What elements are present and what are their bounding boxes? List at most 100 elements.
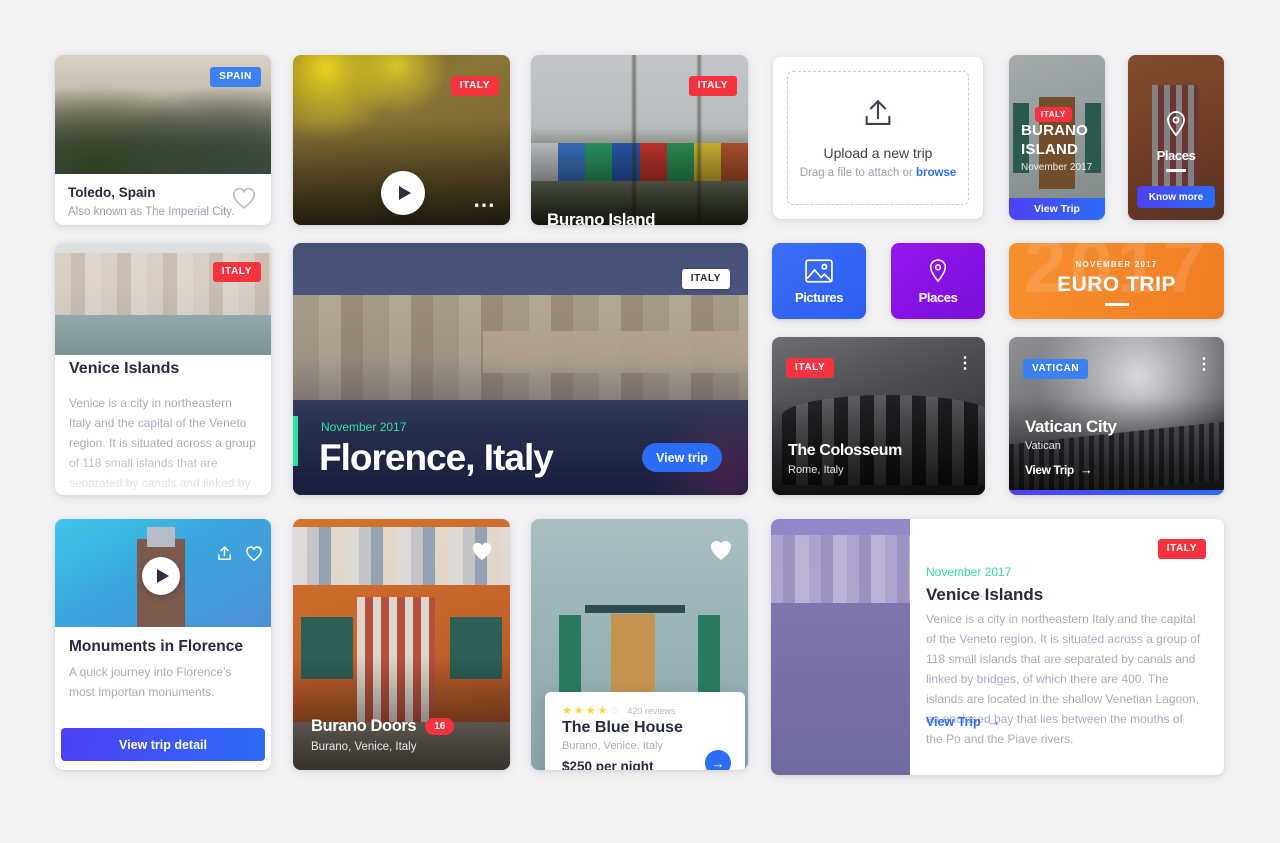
blue-house-awning — [585, 605, 685, 613]
vatican-bottom-bar — [1009, 490, 1224, 495]
heart-filled-icon[interactable] — [709, 539, 733, 561]
arrow-right-icon: → — [711, 755, 725, 771]
vatican-view-trip-link[interactable]: View Trip → — [1025, 462, 1093, 477]
image-icon — [805, 259, 833, 283]
burano-island-title: Burano Island — [547, 210, 656, 225]
browse-link[interactable]: browse — [916, 167, 956, 179]
monuments-title: Monuments in Florence — [69, 638, 243, 655]
venice-wide-link-label: View Trip — [926, 714, 981, 729]
arrow-right-icon: → — [1079, 462, 1093, 477]
tile-pictures[interactable]: Pictures — [772, 243, 866, 319]
view-trip-button[interactable]: View Trip — [1009, 198, 1105, 220]
venice-wide-buildings — [771, 535, 910, 603]
burano-tall-country-badge: ITALY — [1035, 107, 1072, 122]
burano-tall-date: November 2017 — [1021, 162, 1093, 173]
toledo-text: Toledo, Spain Also known as The Imperial… — [68, 185, 234, 218]
places-tall-divider — [1166, 169, 1186, 172]
card-burano-island-tall[interactable]: ITALY BURANO ISLAND November 2017 View T… — [1009, 55, 1105, 220]
page-root: SPAIN Toledo, Spain Also known as The Im… — [0, 0, 1280, 843]
colosseum-subtitle: Rome, Italy — [788, 464, 844, 476]
card-burano-island[interactable]: ITALY Burano Island Burano, Venice, Ital… — [531, 55, 748, 225]
pictures-label: Pictures — [794, 290, 844, 305]
burano-island-country-badge: ITALY — [688, 76, 737, 96]
upload-hint: Drag a file to attach or browse — [800, 167, 957, 179]
play-icon[interactable] — [142, 557, 180, 595]
toledo-subtitle: Also known as The Imperial City. — [68, 206, 235, 218]
card-florence-hero[interactable]: ITALY November 2017 Florence, Italy View… — [293, 243, 748, 495]
venice-vertical-water — [55, 315, 271, 355]
upload-hint-text: Drag a file to attach or — [799, 167, 917, 179]
blue-house-shutter-left — [559, 615, 581, 697]
know-more-button[interactable]: Know more — [1137, 186, 1215, 208]
burano-doors-title-row: Burano Doors 16 — [311, 717, 455, 736]
blue-house-reviews: 420 reviews — [627, 705, 676, 716]
monuments-body: A quick journey into Florence's most imp… — [69, 665, 232, 699]
burano-doors-subtitle: Burano, Venice, Italy — [311, 741, 417, 753]
euro-trip-title: EURO TRIP — [1057, 273, 1176, 296]
blue-house-price: $250 per night — [562, 759, 654, 770]
blue-house-rating: ★★★★☆ 420 reviews — [562, 704, 675, 717]
upload-icon — [865, 99, 891, 125]
more-vertical-icon[interactable]: ⋮ — [957, 356, 973, 372]
play-icon[interactable] — [381, 171, 425, 215]
vatican-title: Vatican City — [1025, 417, 1117, 436]
card-toledo[interactable]: SPAIN Toledo, Spain Also known as The Im… — [55, 55, 271, 225]
monuments-tower-top — [147, 527, 175, 547]
toledo-country-badge: SPAIN — [210, 67, 261, 87]
more-horizontal-icon[interactable]: ⋯ — [473, 194, 496, 216]
blue-house-next-button[interactable]: → — [705, 750, 731, 770]
venice-vertical-country-badge: ITALY — [212, 262, 261, 282]
florence-accent-bar — [293, 416, 298, 466]
places-tall-label: Places — [1156, 148, 1196, 163]
vatican-country-badge: VATICAN — [1023, 359, 1089, 379]
upload-dropzone[interactable]: Upload a new trip Drag a file to attach … — [787, 71, 969, 205]
venice-wide-water — [771, 603, 910, 775]
burano-doors-gradient — [293, 657, 510, 770]
card-upload-trip[interactable]: Upload a new trip Drag a file to attach … — [773, 57, 983, 219]
blue-house-title: The Blue House — [562, 719, 683, 736]
upload-title: Upload a new trip — [823, 145, 933, 161]
colosseum-title: The Colosseum — [788, 442, 902, 459]
card-boboli-gardens[interactable]: ITALY Boboli Gardens Florence, Italy ⋯ — [293, 55, 510, 225]
more-vertical-icon[interactable]: ⋮ — [1196, 357, 1212, 373]
card-burano-doors[interactable]: Burano Doors 16 Burano, Venice, Italy — [293, 519, 510, 770]
location-pin-icon — [1167, 111, 1185, 137]
florence-date: November 2017 — [321, 420, 407, 434]
card-monuments-florence[interactable]: Monuments in Florence A quick journey in… — [55, 519, 271, 770]
boboli-country-badge: ITALY — [450, 76, 499, 96]
view-trip-detail-button[interactable]: View trip detail — [61, 728, 265, 761]
florence-title: Florence, Italy — [319, 437, 554, 478]
card-blue-house[interactable]: ★★★★☆ 420 reviews The Blue House Burano,… — [531, 519, 748, 770]
card-venice-islands-wide[interactable]: ITALY November 2017 Venice Islands Venic… — [771, 519, 1224, 775]
arrow-right-icon: → — [987, 714, 1001, 729]
card-vatican-city[interactable]: VATICAN Vatican City Vatican View Trip →… — [1009, 337, 1224, 495]
banner-euro-trip[interactable]: 2017 NOVEMBER 2017 EURO TRIP — [1009, 243, 1224, 319]
burano-tall-title-line2: ISLAND — [1021, 141, 1079, 158]
euro-trip-divider — [1105, 303, 1129, 306]
heart-outline-icon[interactable] — [231, 186, 257, 210]
tile-places[interactable]: Places — [891, 243, 985, 319]
venice-wide-title: Venice Islands — [926, 585, 1044, 604]
toledo-title: Toledo, Spain — [68, 185, 156, 200]
venice-vertical-title-fix: Venice Islands — [69, 360, 180, 377]
venice-wide-view-trip-link[interactable]: View Trip → — [926, 714, 1001, 729]
colosseum-country-badge: ITALY — [786, 358, 835, 378]
venice-wide-country-badge: ITALY — [1157, 539, 1206, 559]
burano-doors-count-badge: 16 — [425, 718, 455, 735]
view-trip-button[interactable]: View trip — [642, 443, 722, 472]
blue-house-subtitle: Burano, Venice, Italy — [562, 740, 663, 752]
euro-trip-kicker: NOVEMBER 2017 — [1075, 260, 1158, 269]
heart-outline-icon[interactable] — [245, 545, 263, 562]
vatican-link-label: View Trip — [1025, 462, 1074, 477]
burano-doors-title: Burano Doors — [311, 717, 417, 735]
location-pin-icon — [929, 259, 947, 283]
vatican-subtitle: Vatican — [1025, 440, 1061, 452]
blue-house-shutter-right — [698, 615, 720, 697]
share-icon[interactable] — [216, 545, 233, 562]
card-colosseum[interactable]: ITALY The Colosseum Rome, Italy ⋮ — [772, 337, 985, 495]
places-label: Places — [918, 290, 958, 305]
heart-filled-icon[interactable] — [471, 541, 493, 561]
burano-tall-title-line1: BURANO — [1021, 122, 1089, 139]
card-places-tall[interactable]: Places Know more — [1128, 55, 1224, 220]
boboli-title: Boboli Gardens — [309, 223, 430, 225]
